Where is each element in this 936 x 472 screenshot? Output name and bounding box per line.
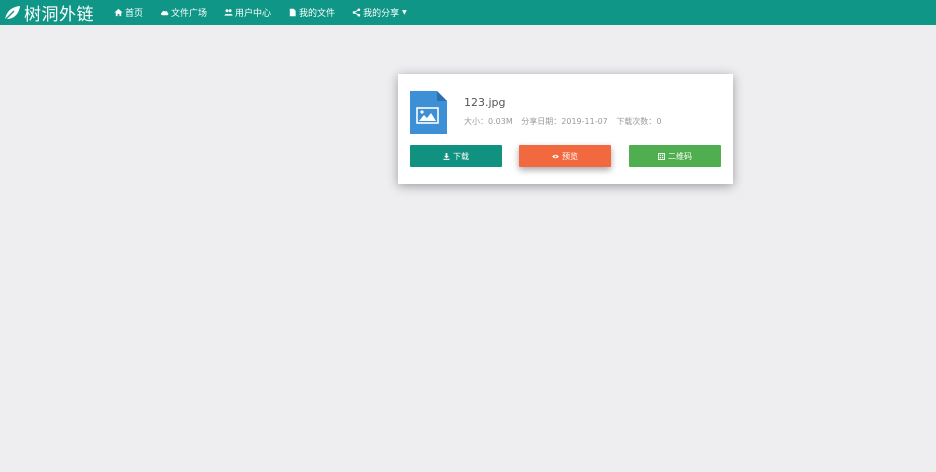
- file-share-card: 123.jpg 大小：0.03M 分享日期：2019-11-07 下载次数：0 …: [398, 74, 733, 184]
- brand-logo[interactable]: 树洞外链: [0, 0, 94, 25]
- nav-item-my-files[interactable]: 我的文件: [288, 6, 335, 19]
- nav-item-label: 文件广场: [171, 9, 208, 19]
- caret-down-icon: ▼: [402, 9, 407, 16]
- download-count: 下载次数：0: [616, 117, 661, 126]
- download-button-label: 下载: [453, 151, 469, 161]
- share-date-label: 分享日期：: [521, 117, 562, 126]
- file-name: 123.jpg: [464, 96, 506, 109]
- nav-item-file-square[interactable]: 文件广场: [160, 6, 207, 19]
- preview-button[interactable]: 预览: [519, 145, 611, 167]
- share-icon: [352, 8, 361, 17]
- file-size-label: 大小：: [464, 117, 488, 126]
- download-button[interactable]: 下载: [410, 145, 502, 167]
- file-size-value: 0.03M: [488, 117, 513, 126]
- home-icon: [114, 8, 123, 17]
- nav-item-label: 我的分享: [363, 9, 400, 19]
- nav-item-user-center[interactable]: 用户中心: [224, 6, 271, 19]
- cloud-icon: [160, 10, 169, 16]
- nav-item-label: 首页: [125, 9, 144, 19]
- nav-item-label: 用户中心: [235, 9, 272, 19]
- nav-item-label: 我的文件: [299, 9, 336, 19]
- preview-button-label: 预览: [562, 151, 578, 161]
- top-navbar: 树洞外链 首页 文件广场 用户中心 我的文件 我的分享 ▼: [0, 0, 936, 25]
- download-icon: [443, 152, 450, 160]
- leaf-icon: [4, 5, 20, 20]
- share-date: 分享日期：2019-11-07: [521, 117, 608, 126]
- nav-item-home[interactable]: 首页: [114, 6, 143, 19]
- file-size: 大小：0.03M: [464, 117, 513, 126]
- qrcode-icon: [658, 152, 665, 160]
- qrcode-button-label: 二维码: [668, 151, 692, 161]
- eye-icon: [552, 154, 559, 158]
- nav-item-my-shares[interactable]: 我的分享 ▼: [352, 6, 407, 19]
- users-icon: [224, 9, 233, 16]
- download-count-value: 0: [656, 117, 662, 126]
- qrcode-button[interactable]: 二维码: [629, 145, 721, 167]
- share-date-value: 2019-11-07: [561, 117, 608, 126]
- brand-title: 树洞外链: [24, 5, 94, 25]
- image-file-icon: [410, 91, 447, 134]
- file-meta: 大小：0.03M 分享日期：2019-11-07 下载次数：0: [464, 116, 667, 127]
- file-icon: [289, 8, 296, 17]
- download-count-label: 下载次数：: [616, 117, 657, 126]
